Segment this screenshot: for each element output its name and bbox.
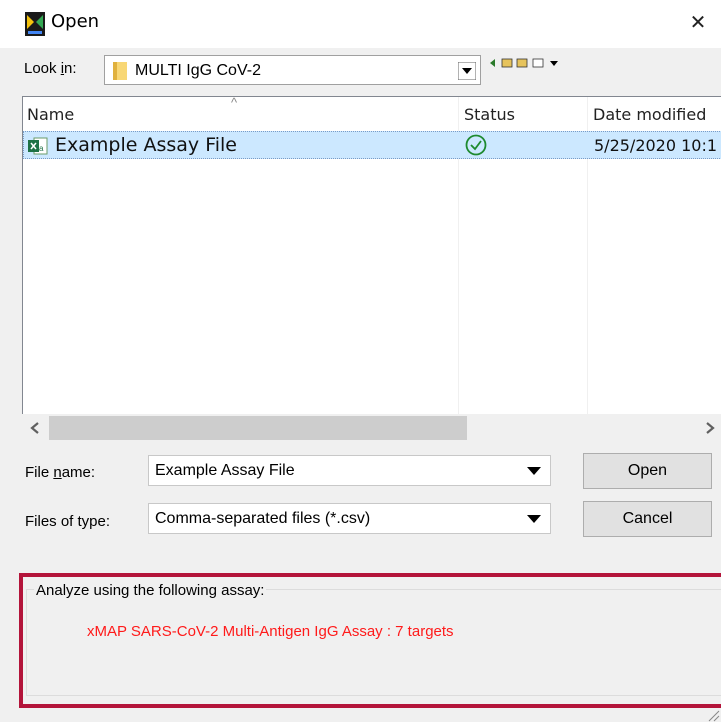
- look-in-value: MULTI IgG CoV-2: [135, 62, 261, 79]
- file-name-input[interactable]: Example Assay File: [148, 455, 551, 486]
- column-header-name[interactable]: Name: [27, 105, 74, 124]
- folder-icon: [113, 62, 127, 80]
- assay-group-box: [26, 589, 721, 696]
- chevron-down-icon[interactable]: [458, 62, 476, 80]
- column-header-status[interactable]: Status: [464, 105, 515, 124]
- chevron-down-icon[interactable]: [526, 514, 542, 524]
- column-header-date-modified[interactable]: Date modified: [593, 105, 706, 124]
- back-icon: [490, 59, 495, 67]
- new-folder-icon: [516, 58, 528, 68]
- look-in-label: Look in:: [24, 60, 77, 77]
- svg-text:a: a: [39, 144, 44, 153]
- sort-indicator-icon: ^: [231, 96, 238, 110]
- scrollbar-thumb[interactable]: [49, 416, 467, 440]
- file-name-value: Example Assay File: [155, 462, 295, 479]
- toolbar-icons[interactable]: [488, 56, 568, 70]
- scroll-left-icon[interactable]: [22, 414, 48, 442]
- file-type-label: Files of type:: [25, 513, 111, 530]
- up-folder-icon: [501, 58, 513, 68]
- look-in-dropdown[interactable]: MULTI IgG CoV-2: [104, 55, 481, 85]
- app-icon: [25, 12, 45, 36]
- file-list[interactable]: Name ^ Status Date modified a Example As…: [22, 96, 721, 414]
- title-bar[interactable]: Open ✕: [0, 0, 721, 48]
- scroll-right-icon[interactable]: [698, 414, 720, 442]
- resize-grip-icon[interactable]: [706, 708, 720, 722]
- assay-name: xMAP SARS-CoV-2 Multi-Antigen IgG Assay …: [87, 623, 454, 640]
- cancel-button[interactable]: Cancel: [583, 501, 712, 537]
- horizontal-scrollbar[interactable]: [22, 414, 721, 442]
- file-date-modified: 5/25/2020 10:1: [594, 136, 718, 155]
- view-menu-icon: [532, 58, 544, 68]
- open-button[interactable]: Open: [583, 453, 712, 489]
- close-button[interactable]: ✕: [675, 0, 721, 48]
- file-name-label: File name:: [25, 464, 96, 481]
- file-name: Example Assay File: [55, 134, 237, 156]
- assay-legend: Analyze using the following assay:: [34, 582, 267, 599]
- list-item[interactable]: a Example Assay File 5/25/2020 10:1: [23, 131, 721, 159]
- file-type-value: Comma-separated files (*.csv): [155, 510, 371, 527]
- check-circle-icon: [465, 134, 487, 156]
- excel-file-icon: a: [28, 137, 48, 155]
- chevron-down-icon[interactable]: [526, 466, 542, 476]
- window-title: Open: [51, 11, 100, 32]
- file-type-dropdown[interactable]: Comma-separated files (*.csv): [148, 503, 551, 534]
